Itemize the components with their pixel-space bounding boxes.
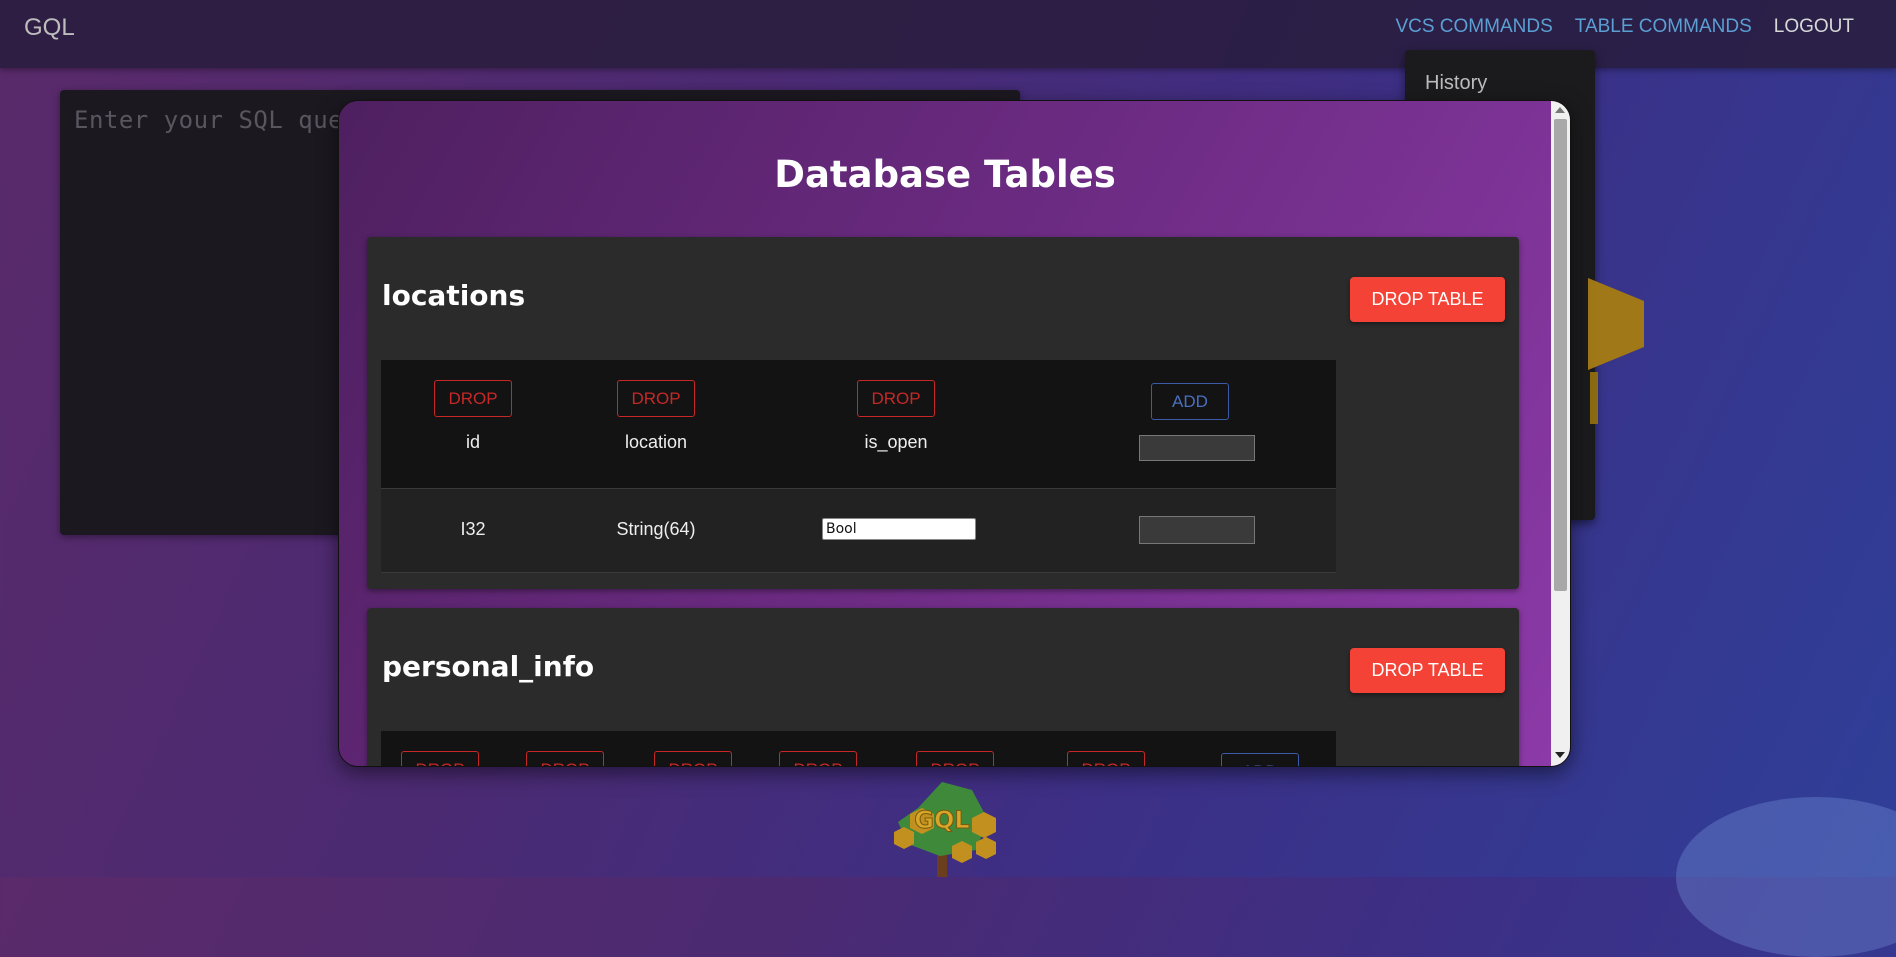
columns-table: DROP DROP DROP DROP DROP DROP ADD: [381, 731, 1336, 766]
navbar: GQL VCS COMMANDS TABLE COMMANDS LOGOUT: [0, 0, 1896, 68]
drop-column-button[interactable]: DROP: [779, 751, 857, 766]
table-name: personal_info: [382, 650, 595, 683]
scroll-down-arrow-icon[interactable]: [1555, 752, 1565, 758]
table-name: locations: [382, 279, 526, 312]
table-card-personal-info: personal_info DROP TABLE DROP DROP DROP …: [367, 608, 1519, 766]
add-column-button[interactable]: ADD: [1221, 753, 1299, 766]
drop-column-button[interactable]: DROP: [434, 380, 512, 417]
nav-vcs-commands[interactable]: VCS COMMANDS: [1395, 16, 1552, 38]
column-header-row: DROP id DROP location DROP is_open ADD: [381, 360, 1336, 489]
new-column-name-input[interactable]: [1139, 435, 1255, 461]
column-is-open: DROP is_open: [747, 360, 1045, 488]
sql-query-placeholder: Enter your SQL query: [74, 106, 373, 134]
scroll-up-arrow-icon[interactable]: [1555, 107, 1565, 113]
drop-table-button[interactable]: DROP TABLE: [1350, 648, 1505, 693]
column-name: id: [465, 432, 480, 452]
columns-table: DROP id DROP location DROP is_open ADD I…: [381, 360, 1336, 573]
nav-table-commands[interactable]: TABLE COMMANDS: [1575, 16, 1752, 38]
drop-table-button[interactable]: DROP TABLE: [1350, 277, 1505, 322]
table-card-locations: locations DROP TABLE DROP id DROP locati…: [367, 237, 1519, 589]
drop-column-button[interactable]: DROP: [916, 751, 994, 766]
drop-column-button[interactable]: DROP: [1067, 751, 1145, 766]
add-column-cell: ADD: [1045, 360, 1336, 488]
modal-content: Database Tables locations DROP TABLE DRO…: [339, 101, 1551, 766]
column-type: String(64): [616, 519, 696, 539]
modal-scrollbar[interactable]: [1551, 101, 1570, 766]
brand-logo[interactable]: GQL: [24, 14, 75, 42]
type-cell-new: [1045, 489, 1336, 572]
column-name: location: [624, 432, 688, 452]
logo-text: GQL: [914, 806, 969, 834]
nav-links: VCS COMMANDS TABLE COMMANDS LOGOUT: [1395, 16, 1854, 38]
new-column-type-input[interactable]: [1139, 516, 1255, 544]
column-name: is_open: [864, 432, 928, 452]
dropdown-item-history[interactable]: History: [1425, 72, 1487, 95]
type-cell-is-open: [747, 489, 1045, 572]
scroll-thumb[interactable]: [1554, 119, 1567, 591]
column-location: DROP location: [565, 360, 747, 488]
type-cell-id: I32: [381, 489, 565, 572]
hexagon-decoration-2: [1590, 372, 1598, 424]
background-hill: [1676, 797, 1896, 957]
drop-column-button[interactable]: DROP: [401, 751, 479, 766]
nav-logout[interactable]: LOGOUT: [1774, 16, 1854, 38]
database-tables-modal: Database Tables locations DROP TABLE DRO…: [338, 100, 1571, 767]
column-type-row: I32 String(64): [381, 489, 1336, 573]
column-type: I32: [460, 519, 486, 539]
drop-column-button[interactable]: DROP: [654, 751, 732, 766]
column-id: DROP id: [381, 360, 565, 488]
hexagon-decoration: [1588, 278, 1644, 370]
drop-column-button[interactable]: DROP: [857, 380, 935, 417]
gql-tree-logo: GQL: [894, 782, 996, 877]
modal-title: Database Tables: [774, 153, 1116, 196]
type-cell-location: String(64): [565, 489, 747, 572]
add-column-button[interactable]: ADD: [1151, 383, 1229, 420]
column-type-input[interactable]: [822, 518, 976, 540]
drop-column-button[interactable]: DROP: [526, 751, 604, 766]
drop-column-button[interactable]: DROP: [617, 380, 695, 417]
